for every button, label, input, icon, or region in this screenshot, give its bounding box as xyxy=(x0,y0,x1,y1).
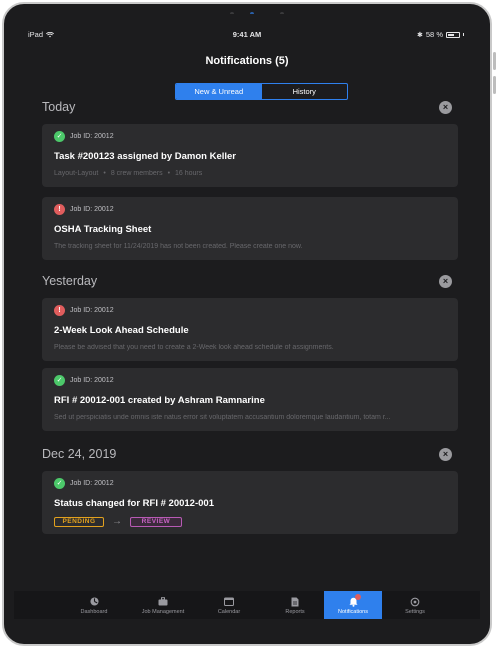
battery-icon xyxy=(446,31,460,38)
section-title: Yesterday xyxy=(42,274,98,288)
section-header-yesterday: Yesterday × xyxy=(42,272,452,290)
briefcase-icon xyxy=(158,597,168,606)
notification-card[interactable]: ✓ Job ID: 20012 RFI # 20012-001 created … xyxy=(42,368,458,431)
job-id: Job ID: 20012 xyxy=(70,206,114,213)
clear-section-button[interactable]: × xyxy=(439,274,452,288)
check-icon: ✓ xyxy=(54,375,65,386)
bell-icon xyxy=(348,594,361,607)
tab-dashboard[interactable]: Dashboard xyxy=(58,591,130,619)
section-header-dec-24: Dec 24, 2019 × xyxy=(42,445,452,463)
tab-reports[interactable]: Reports xyxy=(262,591,328,619)
notification-title: OSHA Tracking Sheet xyxy=(54,224,152,235)
section-header-today: Today × xyxy=(42,98,452,116)
close-icon: × xyxy=(442,101,449,112)
notification-card[interactable]: ✓ Job ID: 20012 Task #200123 assigned by… xyxy=(42,124,458,187)
dashboard-icon xyxy=(89,597,99,606)
tab-label: Calendar xyxy=(217,609,241,615)
page-title: Notifications (5) xyxy=(205,55,289,67)
arrow-right-icon: → xyxy=(112,516,122,527)
notification-title: Status changed for RFI # 20012-001 xyxy=(54,498,214,509)
job-id: Job ID: 20012 xyxy=(70,377,114,384)
job-id: Job ID: 20012 xyxy=(70,133,114,140)
alert-icon: ! xyxy=(54,305,65,316)
tab-label: Dashboard xyxy=(80,609,108,615)
tab-history[interactable]: History xyxy=(262,84,348,99)
notification-title: Task #200123 assigned by Damon Keller xyxy=(54,151,236,162)
alert-icon: ! xyxy=(54,204,65,215)
notification-card[interactable]: ! Job ID: 20012 OSHA Tracking Sheet The … xyxy=(42,197,458,260)
tab-calendar[interactable]: Calendar xyxy=(196,591,262,619)
bullet-separator: • xyxy=(103,170,106,177)
job-id: Job ID: 20012 xyxy=(70,480,114,487)
notification-details: Layout-Layout • 8 crew members • 16 hours xyxy=(54,170,446,177)
notification-card[interactable]: ! Job ID: 20012 2-Week Look Ahead Schedu… xyxy=(42,298,458,361)
tab-label: Settings xyxy=(405,609,425,615)
notification-title: 2-Week Look Ahead Schedule xyxy=(54,325,189,336)
close-icon: × xyxy=(442,275,449,286)
gear-icon xyxy=(410,597,420,606)
tab-label: Job Management xyxy=(141,609,185,615)
notification-description: The tracking sheet for 11/24/2019 has no… xyxy=(54,243,303,250)
detail-crew: 8 crew members xyxy=(110,170,163,177)
tab-label: Reports xyxy=(285,609,305,615)
clear-section-button[interactable]: × xyxy=(439,100,452,114)
notification-description: Sed ut perspiciatis unde omnis iste natu… xyxy=(54,414,391,421)
check-icon: ✓ xyxy=(54,131,65,142)
tab-label: Notifications xyxy=(338,609,368,615)
notification-card[interactable]: ✓ Job ID: 20012 Status changed for RFI #… xyxy=(42,471,458,534)
tab-settings[interactable]: Settings xyxy=(382,591,448,619)
clear-section-button[interactable]: × xyxy=(439,447,452,461)
status-change: PENDING → REVIEW xyxy=(54,516,446,527)
battery-tip xyxy=(463,33,464,36)
detail-hours: 16 hours xyxy=(175,170,203,177)
notification-count-badge xyxy=(355,594,361,600)
calendar-icon xyxy=(224,597,234,606)
detail-task: Layout-Layout xyxy=(54,170,99,177)
section-title: Dec 24, 2019 xyxy=(42,447,117,461)
clock: 9:41 AM xyxy=(232,30,262,39)
tab-notifications[interactable]: Notifications xyxy=(324,591,382,619)
close-icon: × xyxy=(442,448,449,459)
report-icon xyxy=(290,597,300,606)
notification-title: RFI # 20012-001 created by Ashram Ramnar… xyxy=(54,395,265,406)
tab-job-management[interactable]: Job Management xyxy=(130,591,196,619)
bullet-separator: • xyxy=(167,170,171,177)
bluetooth-icon: ✱ xyxy=(417,31,423,39)
ipad-frame: iPad 9:41 AM ✱ 58 % Notifications (5) Ne… xyxy=(2,2,492,646)
status-badge-review: REVIEW xyxy=(130,516,182,527)
status-bar: iPad 9:41 AM ✱ 58 % xyxy=(14,26,480,40)
status-badge-pending: PENDING xyxy=(54,516,104,527)
notification-description: Please be advised that you need to creat… xyxy=(54,344,334,351)
bottom-tab-bar: Dashboard Job Management Calendar Report… xyxy=(14,591,480,619)
job-id: Job ID: 20012 xyxy=(70,307,114,314)
check-icon: ✓ xyxy=(54,478,65,489)
tab-new-unread[interactable]: New & Unread xyxy=(176,84,262,99)
battery-percent: 58 % xyxy=(425,30,443,39)
section-title: Today xyxy=(42,100,76,114)
